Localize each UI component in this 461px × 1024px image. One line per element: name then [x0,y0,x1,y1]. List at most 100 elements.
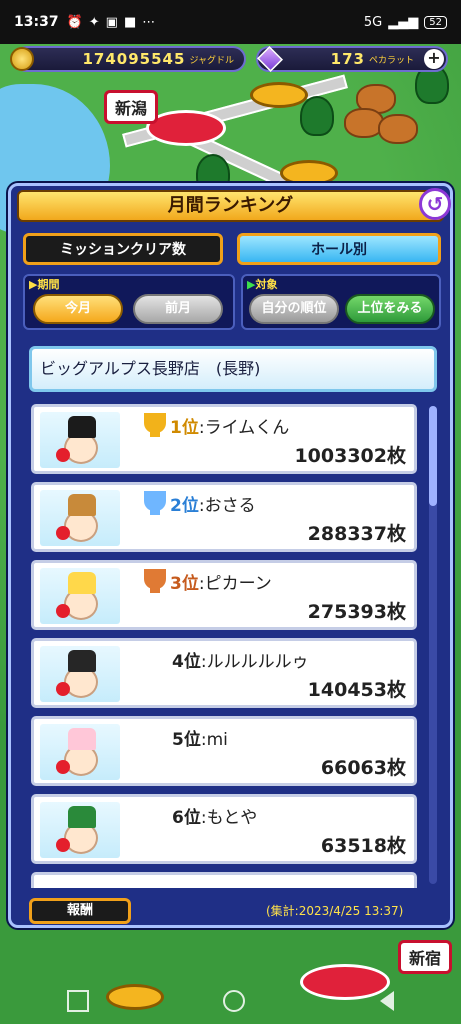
rank-label: 6位:もとや [172,803,257,828]
city-sign-shinjuku[interactable]: 新宿 [398,940,453,974]
top-ranks-button[interactable]: 上位をみる [345,294,435,324]
rank-label: 1位:ライムくん [170,413,289,438]
ranking-row[interactable]: 5位:mi 66063枚 [31,716,417,786]
player-name: :mi [200,730,228,750]
panel-title: 月間ランキング [17,190,444,222]
board-tile [250,82,308,108]
coin-counter: 174095545 ジャグドル [10,46,246,72]
rank-position: 6位 [172,808,201,828]
target-label: ▶対象 [247,276,277,292]
back-button[interactable]: ↺ [419,188,451,220]
avatar [40,412,120,468]
ranking-row[interactable]: 6位:もとや 63518枚 [31,794,417,864]
nose-icon [56,760,70,774]
rank-position: 4位 [172,652,201,672]
app-icon: ▣ [105,14,118,30]
coin-value: 174095545 [82,50,186,68]
more-icon: ⋯ [142,14,156,30]
player-score: 140453枚 [307,679,406,701]
nose-icon [56,448,70,462]
coin-unit: ジャグドル [189,55,234,66]
nose-icon [56,526,70,540]
rank-position: 3位 [170,574,199,594]
rank-label: 3位:ピカーン [170,569,272,594]
hat-icon [68,416,96,438]
ranking-row[interactable] [31,872,417,888]
tree-icon [300,96,334,136]
player-name: :ルルルルルゥ [200,652,309,672]
rank-position: 1位 [170,418,199,438]
hat-icon [68,650,96,672]
gem-icon [256,45,284,73]
tab-mission-clear[interactable]: ミッションクリア数 [23,233,223,265]
avatar [40,646,120,702]
period-previous-button[interactable]: 前月 [133,294,223,324]
hat-icon [68,572,96,594]
twitter-icon: ✦ [88,14,100,30]
hat-icon [68,806,96,828]
add-gems-button[interactable]: + [424,49,444,69]
city-sign-niigata[interactable]: 新潟 [104,90,159,124]
scrollbar[interactable] [429,406,437,884]
clock: 13:37 [14,14,59,30]
avatar [40,568,120,624]
player-score: 1003302枚 [294,445,406,467]
player-name: :おさる [198,496,256,516]
avatar [40,802,120,858]
period-label-text: 期間 [37,278,60,291]
signal-icon: ▂▄▆ [388,14,419,30]
tally-timestamp: (集計:2023/4/25 13:37) [266,904,404,918]
ranking-list[interactable]: 1位:ライムくん 1003302枚 2位:おさる 288337枚 3位:ピカーン 2753… [29,404,419,888]
period-filter: ▶期間 今月 前月 [23,274,235,330]
back-icon[interactable] [379,991,394,1011]
player-score: 288337枚 [307,523,406,545]
square-icon: ■ [123,14,137,30]
barrel-icon [378,114,418,144]
recent-apps-icon[interactable] [67,990,90,1012]
avatar [40,490,120,546]
rank-label: 5位:mi [172,725,228,750]
period-current-button[interactable]: 今月 [33,294,123,324]
home-icon[interactable] [223,990,246,1012]
scroll-thumb[interactable] [429,406,437,506]
hat-icon [68,728,96,750]
period-label: ▶期間 [29,276,59,292]
trophy-icon [144,413,166,437]
player-name: :もとや [200,808,258,828]
navigation-bar [0,978,461,1024]
target-filter: ▶対象 自分の順位 上位をみる [241,274,441,330]
player-name: :ライムくん [198,418,290,438]
avatar [40,724,120,780]
rank-position: 2位 [170,496,199,516]
ranking-row[interactable]: 1位:ライムくん 1003302枚 [31,404,417,474]
ranking-row[interactable]: 3位:ピカーン 275393枚 [31,560,417,630]
trophy-icon [144,569,166,593]
nose-icon [56,604,70,618]
ranking-row[interactable]: 4位:ルルルルルゥ 140453枚 [31,638,417,708]
ranking-panel: 月間ランキング ↺ ミッションクリア数 ホール別 ▶期間 今月 前月 ▶対象 自… [8,183,453,928]
gem-counter: 173 ペカラット + [256,45,448,73]
system-icons: 5G ▂▄▆ 52 [364,15,447,30]
hat-icon [68,494,96,516]
coin-icon [10,47,34,71]
alarm-icon: ⏰ [66,14,83,30]
target-label-text: 対象 [255,278,278,291]
trophy-icon [144,491,166,515]
reward-button[interactable]: 報酬 [29,898,131,924]
battery-icon: 52 [424,15,447,29]
nose-icon [56,682,70,696]
notification-icons: ⏰ ✦ ▣ ■ ⋯ [67,15,156,30]
player-score: 63518枚 [320,835,406,857]
status-bar: 13:37 ⏰ ✦ ▣ ■ ⋯ 5G ▂▄▆ 52 [0,0,461,44]
ranking-row[interactable]: 2位:おさる 288337枚 [31,482,417,552]
rank-label: 4位:ルルルルルゥ [172,647,309,672]
player-name: :ピカーン [198,574,272,594]
gem-unit: ペカラット [368,55,414,66]
tab-by-hall[interactable]: ホール別 [237,233,441,265]
player-score: 66063枚 [320,757,406,779]
network-label: 5G [363,14,383,30]
my-rank-button[interactable]: 自分の順位 [249,294,339,324]
store-name[interactable]: ビッグアルプス長野店 (長野) [29,346,437,392]
nose-icon [56,838,70,852]
player-score: 275393枚 [307,601,406,623]
